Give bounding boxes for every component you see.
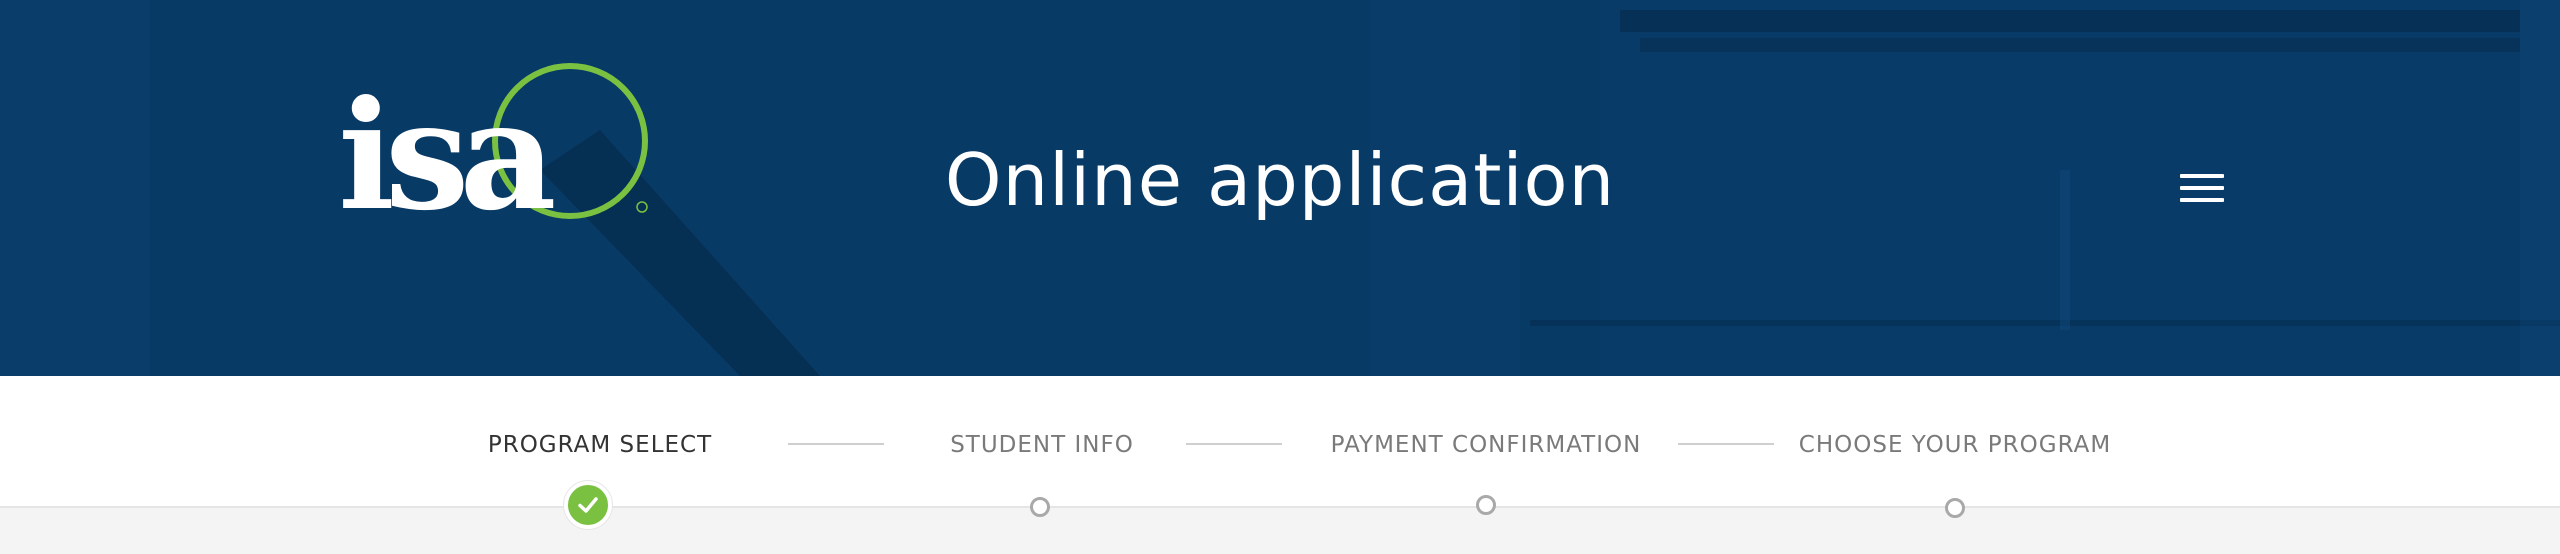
- page-content-area: [0, 510, 2560, 554]
- progress-steps: PROGRAM SELECT STUDENT INFO PAYMENT CONF…: [0, 376, 2560, 508]
- step-choose-your-program-label[interactable]: CHOOSE YOUR PROGRAM: [1799, 432, 2111, 458]
- step-program-select-label[interactable]: PROGRAM SELECT: [488, 432, 712, 458]
- step-payment-confirmation-label[interactable]: PAYMENT CONFIRMATION: [1331, 432, 1642, 458]
- step-complete-check-icon: [564, 481, 612, 529]
- step-connector: [1678, 443, 1774, 445]
- step-connector: [1186, 443, 1282, 445]
- hamburger-menu-icon[interactable]: [2178, 172, 2226, 212]
- step-pending-dot-icon: [1476, 495, 1496, 515]
- step-pending-dot-icon: [1030, 497, 1050, 517]
- step-student-info-label[interactable]: STUDENT INFO: [950, 432, 1134, 458]
- site-header: isa Online application: [0, 0, 2560, 376]
- checkmark-icon: [578, 497, 598, 513]
- page-title: Online application: [944, 138, 1616, 222]
- step-connector: [788, 443, 884, 445]
- step-pending-dot-icon: [1945, 498, 1965, 518]
